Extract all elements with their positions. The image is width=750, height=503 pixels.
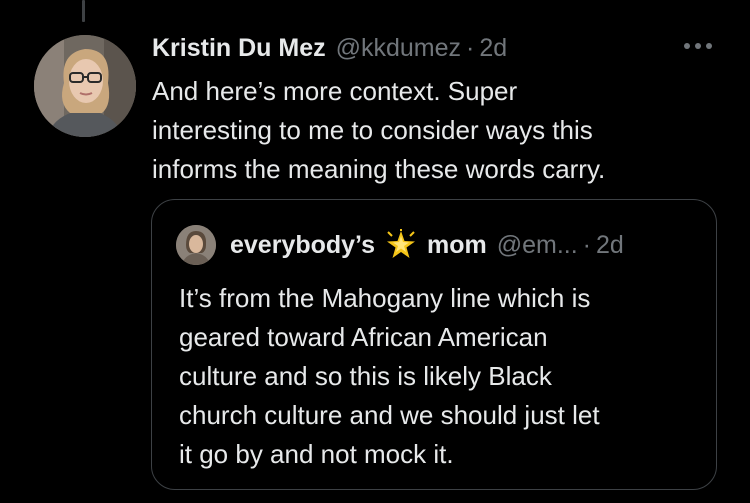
separator-dot: ·: [466, 33, 475, 62]
profile-photo-icon: [176, 225, 216, 265]
quoted-tweet-text: It’s from the Mahogany line which is gea…: [179, 283, 600, 469]
author-handle[interactable]: @kkdumez: [336, 34, 461, 63]
tweet-timestamp[interactable]: 2d: [479, 34, 507, 63]
more-options-button[interactable]: [680, 38, 716, 54]
quoted-tweet-header: everybody’s mom @em... · 2d: [230, 227, 624, 263]
quoted-author-name-part1[interactable]: everybody’s: [230, 231, 375, 260]
tweet-text: And here’s more context. Super interesti…: [152, 76, 606, 184]
ellipsis-icon: [684, 43, 712, 49]
separator-dot: ·: [582, 230, 591, 259]
quoted-author-handle[interactable]: @em...: [497, 231, 578, 260]
quoted-tweet-timestamp[interactable]: 2d: [596, 231, 624, 260]
author-avatar[interactable]: [34, 35, 136, 137]
sparkle-star-emoji-icon: [385, 229, 417, 261]
author-name[interactable]: Kristin Du Mez: [152, 34, 326, 63]
quoted-author-name-part2[interactable]: mom: [427, 231, 487, 260]
profile-photo-icon: [34, 35, 136, 137]
thread-connector-line: [82, 0, 85, 22]
tweet-header: Kristin Du Mez @kkdumez · 2d: [152, 30, 507, 66]
quoted-author-avatar[interactable]: [176, 225, 216, 265]
quoted-tweet-card[interactable]: everybody’s mom @em... · 2d It’s from th…: [151, 199, 717, 490]
